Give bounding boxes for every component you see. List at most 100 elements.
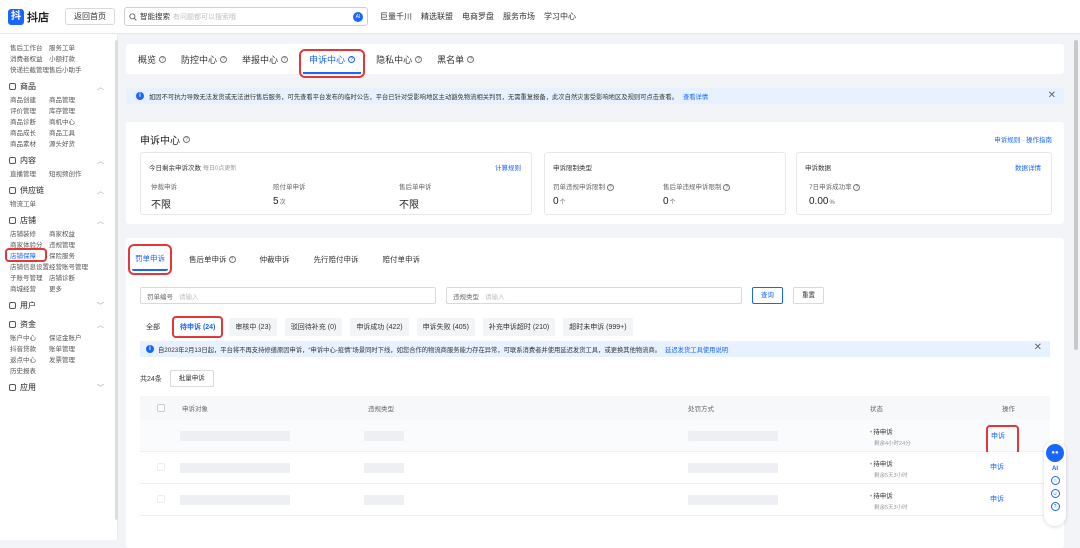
sidebar-item[interactable]: 短视频创作 (49, 168, 98, 178)
sidebar-item[interactable]: 商城经营 (0, 283, 49, 293)
complain-button[interactable]: 申诉 (986, 425, 1019, 455)
tab-penalty-complaint[interactable]: 罚单申诉 (128, 244, 172, 275)
sidebar-item[interactable]: 物流工单 (0, 198, 49, 208)
box-title: 申诉数据 (805, 165, 831, 172)
sidebar-item[interactable]: 店铺装修 (0, 228, 49, 238)
sidebar-item[interactable]: 商品诊断 (0, 116, 49, 126)
tab-privacy[interactable]: 隐私中心? (376, 53, 423, 74)
nav-alliance[interactable]: 精选联盟 (421, 11, 453, 22)
page-scrollbar[interactable] (1074, 40, 1078, 350)
sidebar-item[interactable]: 小额打款 (49, 53, 98, 63)
notice-link[interactable]: 延迟发货工具使用说明 (665, 345, 728, 354)
robot-icon[interactable]: ☺ (1050, 489, 1060, 498)
tab-blacklist[interactable]: 黑名单? (437, 53, 475, 74)
sidebar-item[interactable]: 服务工单 (49, 42, 98, 52)
ai-assistant-icon[interactable]: ●● (1046, 444, 1064, 462)
sidebar-item[interactable]: 商品工具 (49, 127, 98, 137)
sidebar-item[interactable]: 发票管理 (49, 354, 98, 364)
status-tab-success[interactable]: 申诉成功 (422) (350, 318, 409, 336)
sidebar-item[interactable]: 保证金账户 (49, 332, 98, 342)
sidebar-item[interactable]: 消费者权益 (0, 53, 49, 63)
sidebar-item[interactable]: 库存管理 (49, 105, 98, 115)
penalty-id-field[interactable]: 罚单编号 请输入 (140, 287, 436, 304)
status-tab-pending[interactable]: 待申诉 (24) (171, 316, 224, 338)
status-tab-rejected[interactable]: 驳回待补充 (0) (284, 318, 343, 336)
data-details-link[interactable]: 数据详情 (1015, 162, 1041, 172)
logo[interactable]: 抖 抖店 (8, 9, 49, 25)
nav-market[interactable]: 服务市场 (503, 11, 535, 22)
rules-link[interactable]: 申诉规则 · 操作指南 (994, 134, 1052, 144)
tab-arbitration-complaint[interactable]: 仲裁申诉 (257, 248, 293, 271)
sidebar-item[interactable]: 快递拦截管理 (0, 64, 49, 74)
sidebar-section-goods[interactable]: 商品 ︿ (0, 80, 117, 93)
sidebar-item[interactable]: 商机中心 (49, 116, 98, 126)
sidebar-item[interactable]: 商家体验分 (0, 239, 49, 249)
sidebar-section-supply[interactable]: 供应链 ︿ (0, 184, 117, 197)
sidebar-item[interactable]: 经营账号管理 (49, 261, 98, 271)
reset-button[interactable]: 重置 (793, 287, 824, 304)
sidebar-section-funds[interactable]: 资金 ︿ (0, 318, 117, 331)
sidebar-section-shop[interactable]: 店铺 ︿ (0, 214, 117, 227)
sidebar-item[interactable]: 返点中心 (0, 354, 49, 364)
sidebar-section-user[interactable]: 用户 ﹀ (0, 299, 117, 312)
sidebar-item[interactable]: 历史报表 (0, 365, 49, 375)
tab-complaint-center[interactable]: 申诉中心? (299, 49, 366, 78)
sidebar-item[interactable]: 账户中心 (0, 332, 49, 342)
close-icon[interactable]: ✕ (1034, 342, 1042, 353)
sidebar-item[interactable]: 账单管理 (49, 343, 98, 353)
ai-label[interactable]: AI (1052, 466, 1058, 472)
nav-juliang[interactable]: 巨量千川 (380, 11, 412, 22)
sidebar-item[interactable]: 商品管理 (49, 94, 98, 104)
sidebar-item[interactable]: 子账号管理 (0, 272, 49, 282)
complain-button[interactable]: 申诉 (990, 494, 1004, 504)
ai-search-icon[interactable]: AI (353, 11, 363, 22)
sidebar-item-shop-guarantee[interactable]: 店铺保障 (5, 247, 47, 262)
status-tab-failed[interactable]: 申诉失败 (405) (416, 318, 475, 336)
row-checkbox[interactable] (157, 495, 165, 503)
status-tab-supplement-timeout[interactable]: 补充申诉超时 (210) (482, 318, 556, 336)
row-checkbox[interactable] (157, 463, 165, 471)
sidebar-item[interactable]: 评价管理 (0, 105, 49, 115)
section-title: 用户 (20, 301, 36, 310)
headset-icon[interactable]: ∩ (1050, 476, 1060, 485)
sidebar-item[interactable]: 商品创建 (0, 94, 49, 104)
status-tab-all[interactable]: 全部 (140, 318, 166, 336)
sidebar-item[interactable]: 更多 (49, 283, 98, 293)
calc-rules-link[interactable]: 计算规则 (495, 162, 521, 172)
sidebar-scrollbar[interactable] (115, 40, 118, 520)
tab-advance-compensation[interactable]: 先行赔付申诉 (311, 248, 362, 271)
violation-type-field[interactable]: 违规类型 请输入 (446, 287, 742, 304)
tab-report[interactable]: 举报中心? (242, 53, 289, 74)
select-all-checkbox[interactable] (157, 404, 165, 412)
search-input[interactable]: 智能搜索 有问题都可以搜索哦 AI (124, 7, 368, 26)
sidebar-section-apps[interactable]: 应用 ﹀ (0, 381, 117, 394)
batch-complaint-button[interactable]: 批量申诉 (169, 370, 214, 387)
back-home-button[interactable]: 返回首页 (65, 8, 115, 25)
query-button[interactable]: 查询 (752, 287, 783, 304)
status-tab-reviewing[interactable]: 审核中 (23) (229, 318, 277, 336)
nav-compass[interactable]: 电商罗盘 (462, 11, 494, 22)
sidebar-item[interactable]: 违规管理 (49, 239, 98, 249)
sidebar-item[interactable]: 店铺信息设置 (0, 261, 49, 271)
sidebar-item[interactable]: 商品成长 (0, 127, 49, 137)
sidebar-item[interactable]: 保险服务 (49, 250, 98, 260)
tab-prevention[interactable]: 防控中心? (181, 53, 228, 74)
nav-learning[interactable]: 学习中心 (544, 11, 576, 22)
sidebar-item[interactable]: 售后小助手 (49, 64, 98, 74)
notice-link[interactable]: 查看详情 (683, 92, 708, 101)
sidebar-item[interactable]: 商品素材 (0, 138, 49, 148)
tab-compensation-complaint[interactable]: 赔付单申诉 (380, 248, 424, 271)
sidebar-item[interactable]: 直播管理 (0, 168, 49, 178)
sidebar-item[interactable]: 源头好货 (49, 138, 98, 148)
tab-overview[interactable]: 概览? (138, 53, 167, 74)
status-tab-timeout[interactable]: 超时未申诉 (999+) (563, 318, 633, 336)
sidebar-item[interactable]: 抖音贷款 (0, 343, 49, 353)
tab-aftersale-complaint[interactable]: 售后单申诉? (186, 248, 239, 271)
sidebar-item[interactable]: 商家权益 (49, 228, 98, 238)
help-circle-icon[interactable]: ? (1050, 502, 1060, 511)
close-icon[interactable]: ✕ (1048, 90, 1056, 101)
sidebar-section-content[interactable]: 内容 ︿ (0, 154, 117, 167)
complain-button[interactable]: 申诉 (990, 462, 1004, 472)
sidebar-item[interactable]: 售后工作台 (0, 42, 49, 52)
sidebar-item[interactable]: 店铺诊断 (49, 272, 98, 282)
